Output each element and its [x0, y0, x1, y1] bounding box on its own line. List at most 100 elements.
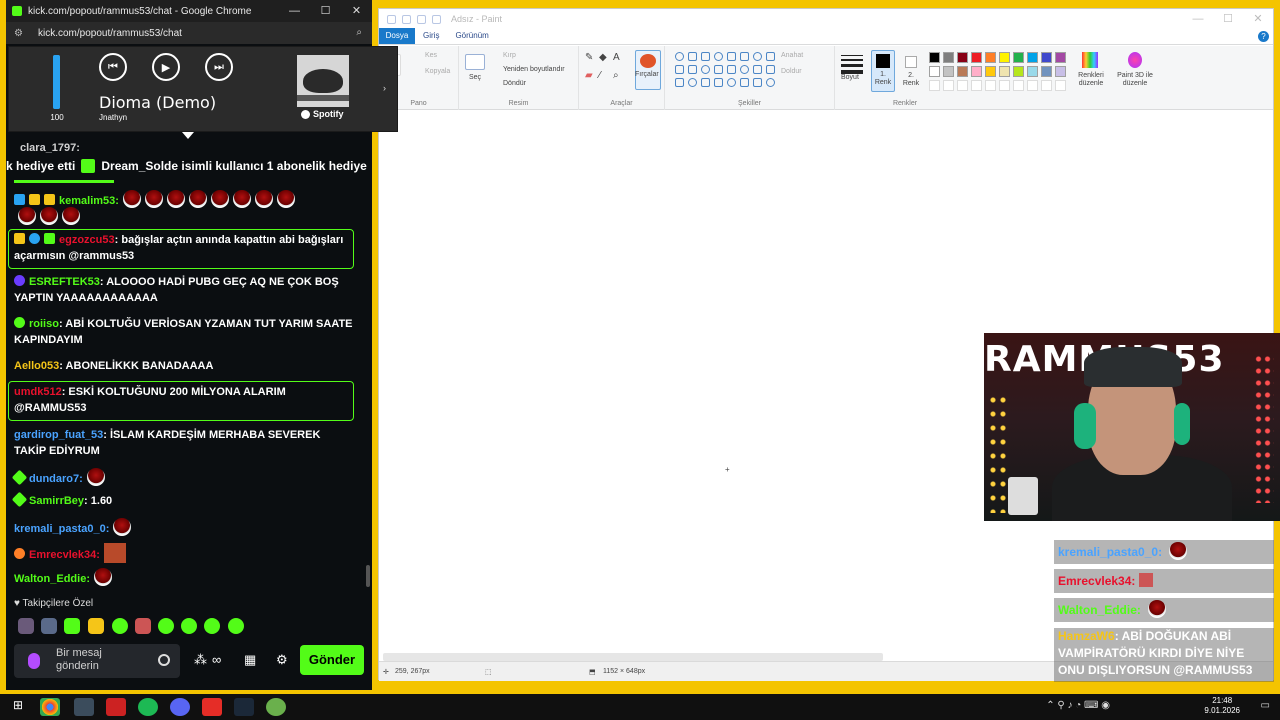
discord-taskbar-icon[interactable] [170, 698, 190, 716]
shape-icon[interactable] [753, 65, 762, 74]
color-swatch[interactable] [971, 52, 982, 63]
redo-icon[interactable] [432, 14, 441, 24]
shape-icon[interactable] [740, 78, 749, 87]
shape-icon[interactable] [688, 52, 697, 61]
color-swatch[interactable] [1027, 66, 1038, 77]
text-icon[interactable]: A [613, 52, 620, 63]
clock[interactable]: 21:48 9.01.2026 [1204, 696, 1240, 716]
color-swatch[interactable] [1013, 52, 1024, 63]
chrome-addressbar[interactable]: ⚙ kick.com/popout/rammus53/chat ⌕ [6, 22, 372, 44]
custom-color-slot[interactable] [985, 80, 996, 91]
color-swatch[interactable] [999, 52, 1010, 63]
minimize-button[interactable]: — [279, 0, 310, 22]
size-icon[interactable] [841, 52, 863, 74]
color-swatch[interactable] [1055, 52, 1066, 63]
play-button[interactable]: ▶ [152, 53, 180, 81]
custom-color-slot[interactable] [929, 80, 940, 91]
shape-icon[interactable] [727, 78, 736, 87]
undo-icon[interactable] [417, 14, 426, 24]
infinity-icon[interactable]: ∞ [212, 652, 221, 667]
tab-view[interactable]: Görünüm [447, 28, 496, 44]
eraser-icon[interactable]: ▰ [585, 70, 593, 81]
notification-icon[interactable]: ▭ [1261, 700, 1270, 711]
shape-icon[interactable] [727, 65, 736, 74]
paint3d-button[interactable]: Paint 3D ile düzenle [1113, 50, 1157, 90]
emote-icon[interactable] [64, 618, 80, 634]
pencil-icon[interactable]: ✎ [585, 52, 593, 63]
settings-icon[interactable]: ⚙ [276, 652, 288, 668]
paint-taskbar-icon[interactable] [266, 698, 286, 716]
color-swatch[interactable] [1041, 52, 1052, 63]
emote-icon[interactable] [204, 618, 220, 634]
custom-color-slot[interactable] [1055, 80, 1066, 91]
spotify-taskbar-icon[interactable] [138, 698, 158, 716]
shape-icon[interactable] [740, 52, 749, 61]
copy-button[interactable]: Kopyala [425, 68, 450, 75]
size-label[interactable]: Boyut [841, 74, 859, 81]
color-swatch[interactable] [985, 52, 996, 63]
shape-icon[interactable] [727, 52, 736, 61]
shape-icon[interactable] [675, 52, 684, 61]
shape-icon[interactable] [688, 65, 697, 74]
next-track-button[interactable]: ⏭ [205, 53, 233, 81]
tab-file[interactable]: Dosya [379, 28, 415, 44]
shape-icon[interactable] [714, 78, 723, 87]
minimize-button[interactable]: — [1183, 9, 1213, 29]
color-swatch[interactable] [943, 52, 954, 63]
color1-button[interactable]: 1. Renk [871, 50, 895, 92]
color-swatch[interactable] [957, 66, 968, 77]
emote-icon[interactable] [112, 618, 128, 634]
shape-icon[interactable] [766, 65, 775, 74]
edit-colors-button[interactable]: Renkleri düzenle [1073, 50, 1109, 90]
resize-button[interactable]: Yeniden boyutlandır [503, 66, 565, 73]
color-picker-icon[interactable]: ⁄ [599, 70, 601, 81]
save-icon[interactable] [402, 14, 411, 24]
custom-color-slot[interactable] [1041, 80, 1052, 91]
shape-icon[interactable] [753, 78, 762, 87]
start-icon[interactable]: ⊞ [8, 698, 28, 716]
zoom-icon[interactable]: ⌕ [356, 27, 362, 38]
store-icon[interactable]: ▦ [244, 652, 256, 668]
select-label[interactable]: Seç [469, 74, 481, 81]
custom-color-slot[interactable] [1027, 80, 1038, 91]
custom-color-slot[interactable] [957, 80, 968, 91]
color-swatch[interactable] [1041, 66, 1052, 77]
site-settings-icon[interactable]: ⚙ [14, 28, 28, 39]
custom-color-slot[interactable] [999, 80, 1010, 91]
shape-icon[interactable] [688, 78, 697, 87]
color-swatch[interactable] [929, 52, 940, 63]
emote-icon[interactable] [41, 618, 57, 634]
send-button[interactable]: Gönder [300, 645, 364, 675]
color-swatch[interactable] [1055, 66, 1066, 77]
shape-icon[interactable] [766, 78, 775, 87]
shape-icon[interactable] [701, 65, 710, 74]
outline-button[interactable]: Anahat [781, 52, 803, 59]
color-swatch[interactable] [1013, 66, 1024, 77]
youtube-taskbar-icon[interactable] [202, 698, 222, 716]
emote-icon[interactable] [135, 618, 151, 634]
chat-scrollbar[interactable] [366, 565, 370, 587]
shape-icon[interactable] [714, 52, 723, 61]
maximize-button[interactable]: ☐ [310, 0, 341, 22]
emote-icon[interactable] [181, 618, 197, 634]
close-button[interactable]: ✕ [1243, 9, 1273, 29]
select-icon[interactable] [465, 54, 485, 70]
color-swatch[interactable] [957, 52, 968, 63]
color-swatch[interactable] [985, 66, 996, 77]
vmix-taskbar-icon[interactable] [106, 698, 126, 716]
emote-icon[interactable] [158, 618, 174, 634]
mic-icon[interactable] [28, 653, 40, 669]
steam-taskbar-icon[interactable] [234, 698, 254, 716]
custom-color-slot[interactable] [971, 80, 982, 91]
custom-color-slot[interactable] [943, 80, 954, 91]
shape-icon[interactable] [714, 65, 723, 74]
tab-home[interactable]: Giriş [415, 28, 447, 44]
shape-icon[interactable] [740, 65, 749, 74]
chrome-taskbar-icon[interactable] [40, 698, 60, 716]
emote-icon[interactable] [88, 618, 104, 634]
volume-slider[interactable] [53, 55, 60, 109]
brushes-button[interactable]: Fırçalar [635, 50, 661, 90]
color-swatch[interactable] [971, 66, 982, 77]
horizontal-scrollbar[interactable] [383, 653, 883, 661]
app-taskbar-icon[interactable] [74, 698, 94, 716]
